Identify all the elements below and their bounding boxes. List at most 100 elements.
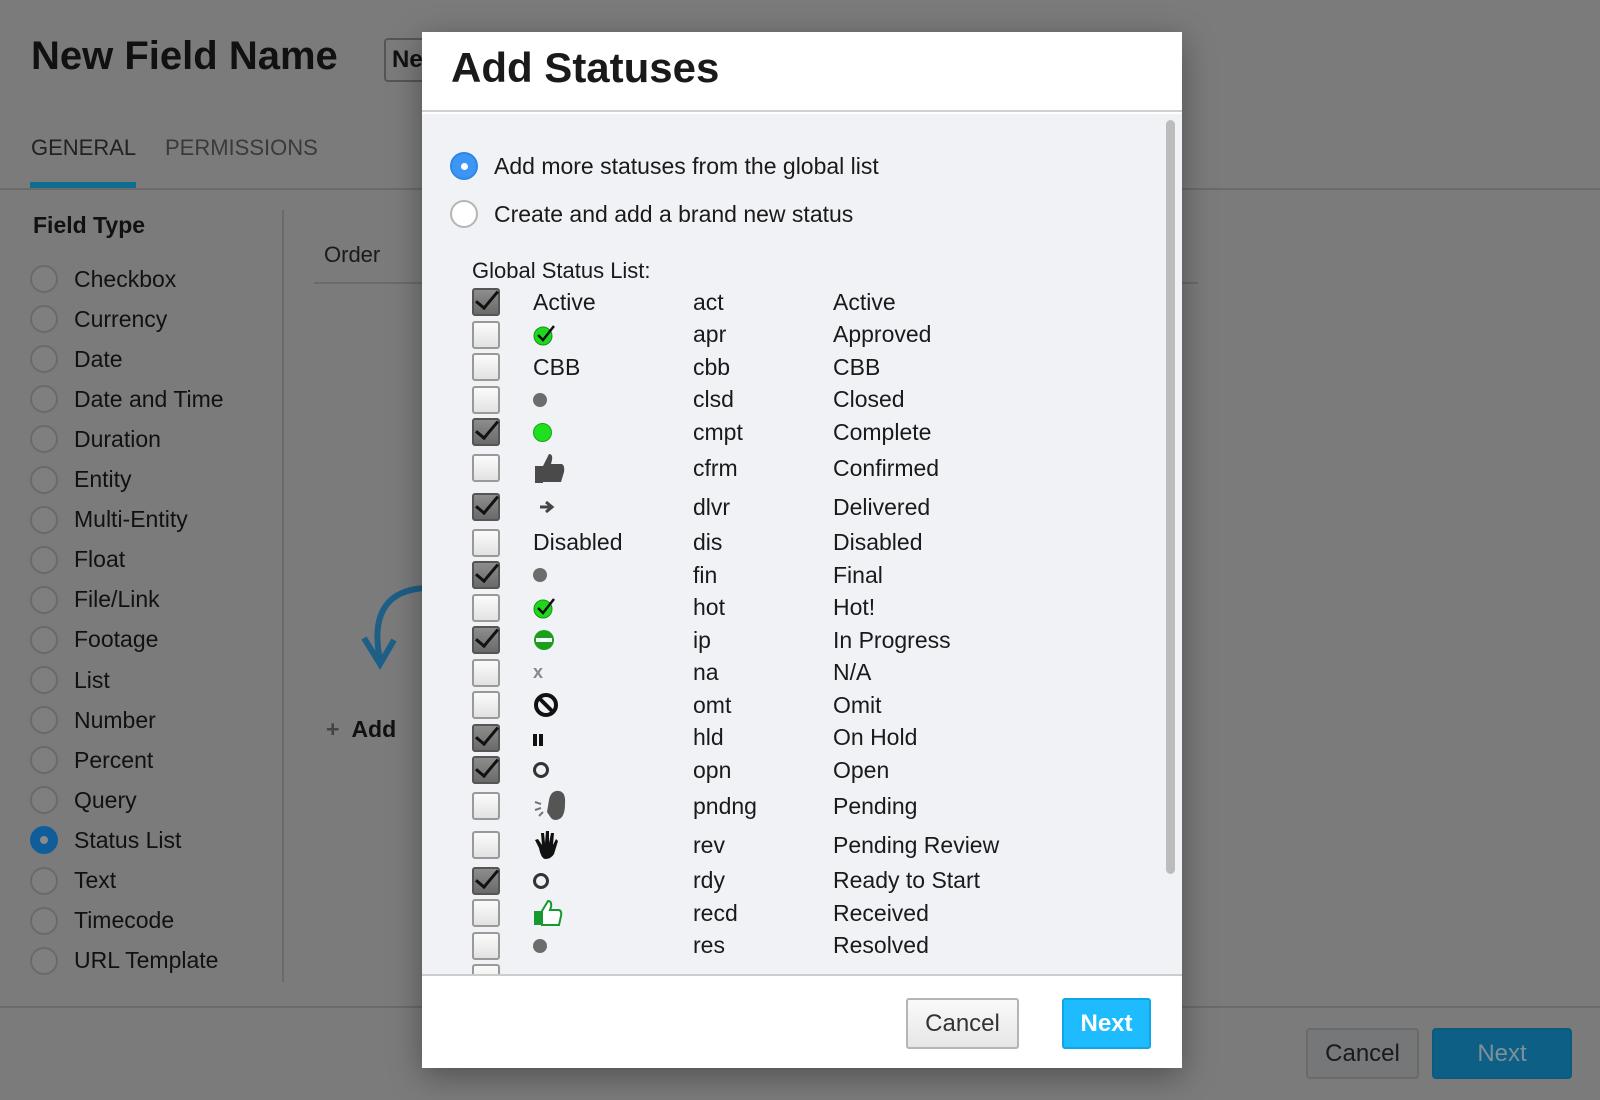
radio[interactable] [30,385,58,414]
field-type-option[interactable]: Multi-Entity [30,505,188,534]
cancel-button[interactable]: Cancel [1306,1028,1419,1079]
hand-icon [533,830,559,860]
gray-dot-icon [533,392,547,407]
status-checkbox[interactable] [472,756,500,785]
radio[interactable] [30,345,58,374]
field-type-option[interactable]: Footage [30,625,158,654]
field-type-option[interactable]: Date [30,345,123,374]
radio[interactable] [450,200,478,228]
gray-dot-icon [533,568,547,583]
radio[interactable] [30,906,58,935]
field-type-option[interactable]: Status List [30,826,181,855]
status-checkbox[interactable] [472,353,500,382]
status-checkbox[interactable] [472,385,500,414]
status-checkbox[interactable] [472,288,500,317]
field-type-option[interactable]: Query [30,786,137,815]
radio[interactable] [30,706,58,735]
tab-permissions[interactable]: PERMISSIONS [165,135,318,161]
field-type-option[interactable]: Date and Time [30,385,224,414]
status-code: clsd [693,386,734,413]
status-checkbox[interactable] [472,723,500,752]
status-row: x na N/A [472,657,1132,690]
status-checkbox[interactable] [472,831,500,859]
field-type-label: URL Template [74,947,219,974]
radio-selected[interactable] [450,152,478,180]
field-type-option[interactable]: Checkbox [30,265,176,293]
status-checkbox[interactable] [472,493,500,521]
field-type-option[interactable]: List [30,666,110,694]
status-icon-cell [533,872,693,889]
radio[interactable] [30,505,58,534]
tab-general[interactable]: GENERAL [31,135,136,161]
dialog-cancel-button[interactable]: Cancel [906,998,1019,1049]
x-icon: x [533,662,544,683]
field-type-option[interactable]: Number [30,706,156,735]
radio[interactable] [30,305,58,334]
field-type-label: Duration [74,425,161,452]
status-checkbox[interactable] [472,792,500,820]
radio[interactable] [30,425,58,454]
field-type-label: Date [74,345,123,372]
status-checkbox[interactable] [472,528,500,557]
status-list: Active act Active apr Approved CBB cbb C… [472,286,1132,995]
status-checkbox[interactable] [472,658,500,687]
status-checkbox[interactable] [472,593,500,622]
status-code: fin [693,561,718,588]
next-button[interactable]: Next [1432,1028,1572,1079]
field-type-option[interactable]: Percent [30,746,153,775]
radio[interactable] [30,265,58,293]
status-row: omt Omit [472,689,1132,722]
field-type-option[interactable]: Text [30,866,116,895]
field-type-label: Float [74,546,126,573]
status-checkbox[interactable] [472,454,500,482]
status-checkbox[interactable] [472,931,500,960]
status-checkbox[interactable] [472,866,500,895]
field-type-label: Timecode [74,907,175,934]
status-checkbox[interactable] [472,626,500,655]
field-type-option[interactable]: Entity [30,465,132,494]
field-type-option[interactable]: Float [30,545,126,574]
radio[interactable] [30,625,58,654]
radio[interactable] [30,666,58,694]
field-type-label: Multi-Entity [74,506,188,533]
field-type-option[interactable]: File/Link [30,585,160,614]
radio[interactable] [30,826,58,855]
dialog-next-button[interactable]: Next [1062,998,1151,1049]
status-checkbox[interactable] [472,899,500,928]
status-checkbox[interactable] [472,691,500,720]
radio[interactable] [30,746,58,775]
status-row: Active act Active [472,286,1132,319]
status-icon-cell [533,452,693,484]
radio[interactable] [30,786,58,815]
scrollbar[interactable] [1166,120,1175,874]
field-type-option[interactable]: Currency [30,305,167,334]
field-type-option[interactable]: Duration [30,425,161,454]
status-name: CBB [833,353,881,380]
curved-arrow-icon [361,585,426,670]
status-checkbox[interactable] [472,561,500,590]
radio[interactable] [30,585,58,614]
status-code: hot [693,594,725,621]
speaking-head-icon [533,790,567,822]
status-code: rev [693,831,725,858]
status-icon-cell [533,597,693,619]
add-status-link[interactable]: + Add [326,716,396,743]
field-type-option[interactable]: URL Template [30,946,219,975]
radio[interactable] [30,946,58,975]
status-name: In Progress [833,626,951,653]
status-name: N/A [833,659,872,686]
option-new-status[interactable]: Create and add a brand new status [450,200,853,228]
radio[interactable] [30,866,58,895]
status-name: Delivered [833,493,931,520]
status-name: Pending [833,792,918,819]
status-icon-cell [533,392,693,407]
status-checkbox[interactable] [472,418,500,447]
radio[interactable] [30,545,58,574]
status-code: recd [693,899,738,926]
status-code: omt [693,691,732,718]
radio[interactable] [30,465,58,494]
thumbs-up-icon [533,452,565,484]
option-global-list[interactable]: Add more statuses from the global list [450,152,879,180]
field-type-option[interactable]: Timecode [30,906,175,935]
status-checkbox[interactable] [472,320,500,349]
